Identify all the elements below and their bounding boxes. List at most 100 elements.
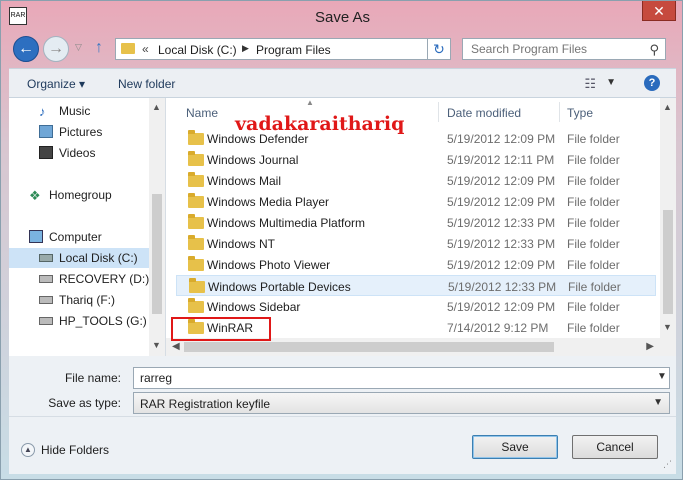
nav-item-label: Music [59,104,91,118]
folder-icon [188,214,204,229]
double-chevron-icon[interactable]: « [142,42,149,56]
column-divider[interactable] [438,102,439,122]
nav-item-homegroup[interactable]: ❖ Homegroup [9,185,159,205]
file-date: 7/14/2012 9:12 PM [447,321,549,335]
nav-item-label: HP_TOOLS (G:) [59,314,147,328]
save-as-type-select[interactable]: RAR Registration keyfile ▼ [133,392,670,414]
file-row[interactable]: Windows Photo Viewer 5/19/2012 12:09 PM … [176,254,656,275]
scrollbar-thumb[interactable] [152,194,162,314]
file-name: Windows Media Player [207,195,330,209]
back-button[interactable]: ← [13,36,39,62]
nav-item-hp-tools-g[interactable]: HP_TOOLS (G:) [9,311,159,331]
file-type: File folder [567,153,620,167]
search-icon[interactable]: ⚲ [649,42,659,58]
savetype-label: Save as type: [48,396,121,410]
file-row[interactable]: Windows Sidebar 5/19/2012 12:09 PM File … [176,296,656,317]
file-list-vertical-scrollbar[interactable]: ▲ ▼ [660,98,676,338]
address-bar[interactable]: « Local Disk (C:) ▶ Program Files ▼ [115,38,451,60]
nav-item-label: Thariq (F:) [59,293,116,307]
file-row[interactable]: Windows Journal 5/19/2012 12:11 PM File … [176,149,656,170]
sort-ascending-icon: ▲ [306,98,314,107]
help-icon[interactable]: ? [644,75,660,91]
nav-item-videos[interactable]: Videos [9,143,159,163]
file-date: 5/19/2012 12:09 PM [447,174,556,188]
music-icon: ♪ [39,104,46,119]
nav-item-computer[interactable]: Computer [9,227,159,247]
nav-item-label: Computer [49,230,102,244]
save-button[interactable]: Save [472,435,558,459]
file-row-selected[interactable]: Windows Portable Devices 5/19/2012 12:33… [176,275,656,296]
nav-item-label: RECOVERY (D:) [59,272,150,286]
drive-icon [39,317,53,325]
scroll-up-arrow-icon[interactable]: ▲ [663,102,672,112]
nav-item-thariq-f[interactable]: Thariq (F:) [9,290,159,310]
homegroup-icon: ❖ [29,188,41,203]
drive-icon [39,275,53,283]
file-row[interactable]: Windows Media Player 5/19/2012 12:09 PM … [176,191,656,212]
search-box[interactable]: ⚲ [462,38,666,60]
close-button[interactable]: ✕ [642,1,676,21]
file-name: Windows Mail [207,174,282,188]
breadcrumb-separator-icon[interactable]: ▶ [242,43,249,54]
folder-icon [188,256,204,271]
file-date: 5/19/2012 12:09 PM [447,195,556,209]
scroll-up-arrow-icon[interactable]: ▲ [152,102,161,112]
forward-button[interactable]: → [43,36,69,62]
file-name: Windows Multimedia Platform [207,216,366,230]
change-view-icon[interactable]: ☷ [584,76,596,92]
column-header-type[interactable]: Type [567,106,593,120]
file-type: File folder [567,216,620,230]
drive-icon [39,254,53,262]
recent-locations-chevron-icon[interactable]: ▽ [75,42,82,53]
folder-icon [121,43,135,54]
filename-input[interactable] [133,367,670,389]
save-as-type-dropdown-icon[interactable]: ▼ [653,397,663,408]
computer-icon [29,230,43,243]
view-dropdown-icon[interactable]: ▼ [606,77,616,88]
breadcrumb-local-disk[interactable]: Local Disk (C:) [158,43,237,57]
resize-grip-icon[interactable]: ⋰ [663,459,672,470]
file-name: Windows Journal [207,153,299,167]
folder-icon [188,130,204,145]
scroll-down-arrow-icon[interactable]: ▼ [152,340,161,350]
navigation-pane[interactable]: ♪ Music Pictures Videos ❖ Homegroup Comp… [9,98,166,356]
organize-button[interactable]: Organize ▾ [27,77,85,91]
breadcrumb-program-files[interactable]: Program Files [256,43,331,57]
navigation-row: ← → ▽ ↑ « Local Disk (C:) ▶ Program File… [9,34,676,64]
refresh-button[interactable]: ↻ [427,38,451,60]
file-date: 5/19/2012 12:11 PM [447,153,555,167]
nav-item-recovery-d[interactable]: RECOVERY (D:) [9,269,159,289]
search-input[interactable] [463,39,643,59]
window-title: Save As [314,9,371,26]
file-row[interactable]: Windows Multimedia Platform 5/19/2012 12… [176,212,656,233]
file-name: Windows Photo Viewer [207,258,331,272]
title-bar[interactable]: RAR Save As ✕ [1,1,683,33]
file-name: Windows NT [207,237,276,251]
cancel-button[interactable]: Cancel [572,435,658,459]
column-divider[interactable] [559,102,560,122]
file-date: 5/19/2012 12:33 PM [448,280,557,294]
scroll-left-arrow-icon[interactable]: ◀ [172,341,180,352]
save-as-dialog: RAR Save As ✕ ← → ▽ ↑ « Local Disk (C:) … [0,0,683,480]
nav-pane-scrollbar[interactable]: ▲ ▼ [149,98,165,356]
save-form: File name: ▼ Save as type: RAR Registrat… [9,356,676,416]
scroll-down-arrow-icon[interactable]: ▼ [663,322,672,332]
scrollbar-thumb[interactable] [184,342,554,352]
nav-item-local-disk-c[interactable]: Local Disk (C:) [9,248,159,268]
up-one-level-button[interactable]: ↑ [95,39,103,57]
nav-item-music[interactable]: ♪ Music [9,101,159,121]
column-header-date-modified[interactable]: Date modified [447,106,521,120]
filename-dropdown-icon[interactable]: ▼ [657,371,667,382]
nav-item-pictures[interactable]: Pictures [9,122,159,142]
scroll-right-arrow-icon[interactable]: ▶ [646,341,654,352]
scrollbar-thumb[interactable] [663,210,673,314]
column-header-name[interactable]: Name [186,106,218,120]
new-folder-button[interactable]: New folder [118,77,175,91]
file-date: 5/19/2012 12:33 PM [447,237,556,251]
file-date: 5/19/2012 12:09 PM [447,300,556,314]
file-row[interactable]: Windows Mail 5/19/2012 12:09 PM File fol… [176,170,656,191]
file-row[interactable]: Windows NT 5/19/2012 12:33 PM File folde… [176,233,656,254]
hide-folders-label: Hide Folders [41,443,110,457]
file-name: Windows Portable Devices [208,280,351,294]
nav-item-label: Pictures [59,125,103,139]
